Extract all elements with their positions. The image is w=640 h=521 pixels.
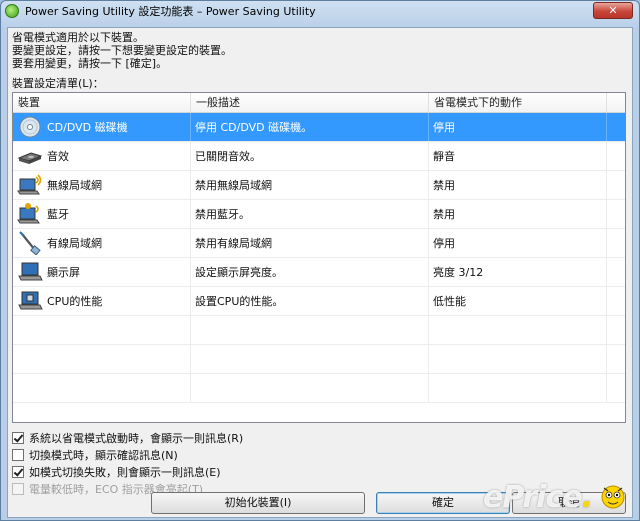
device-cell[interactable]: 音效 (13, 142, 191, 170)
cpu-laptop-icon (17, 289, 43, 313)
action-cell[interactable]: 禁用 (429, 200, 607, 228)
device-cell[interactable]: 有線局域網 (13, 229, 191, 257)
description-cell: 禁用有線局域網 (191, 229, 429, 257)
column-header-filler (607, 93, 625, 112)
action-cell[interactable]: 停用 (429, 229, 607, 257)
device-row[interactable]: 顯示屏 設定顯示屏亮度。 亮度 3/12 (13, 258, 625, 287)
device-name: 顯示屏 (47, 266, 80, 279)
description-cell: 設定顯示屏亮度。 (191, 258, 429, 286)
device-row[interactable]: 藍牙 禁用藍牙。 禁用 (13, 200, 625, 229)
display-laptop-icon (17, 260, 43, 284)
description-cell: 禁用藍牙。 (191, 200, 429, 228)
filler-cell (607, 229, 625, 257)
filler-cell (607, 258, 625, 286)
app-icon (5, 4, 19, 18)
empty-cell (13, 374, 191, 402)
network-cable-icon (17, 231, 43, 255)
empty-cell (13, 345, 191, 373)
wireless-laptop-icon (17, 173, 43, 197)
checkbox[interactable] (12, 465, 24, 478)
device-list-label: 裝置設定清單(L)： (12, 77, 104, 90)
option-label: 如模式切換失敗，則會顯示一則訊息(E) (29, 465, 221, 479)
empty-cell (191, 345, 429, 373)
action-cell[interactable]: 低性能 (429, 287, 607, 315)
checkbox[interactable] (12, 431, 24, 444)
description-cell: 停用 CD/DVD 磁碟機。 (191, 113, 429, 141)
device-name: 無線局域網 (47, 179, 102, 192)
device-row[interactable]: 有線局域網 禁用有線局域網 停用 (13, 229, 625, 258)
device-cell[interactable]: 無線局域網 (13, 171, 191, 199)
window-title: Power Saving Utility 設定功能表 – Power Savin… (25, 5, 316, 18)
device-row[interactable]: CPU的性能 設置CPU的性能。 低性能 (13, 287, 625, 316)
action-cell[interactable]: 停用 (429, 113, 607, 141)
instruction-line: 要變更設定，請按一下想要變更設定的裝置。 (12, 44, 232, 57)
empty-row (13, 345, 625, 374)
device-name: CPU的性能 (47, 295, 103, 308)
app-window: Power Saving Utility 設定功能表 – Power Savin… (0, 0, 640, 521)
filler-cell (607, 200, 625, 228)
column-header-device[interactable]: 裝置 (13, 93, 191, 112)
speaker-icon (17, 144, 43, 168)
empty-row (13, 374, 625, 403)
device-row[interactable]: 音效 已關閉音效。 靜音 (13, 142, 625, 171)
action-cell[interactable]: 亮度 3/12 (429, 258, 607, 286)
empty-cell (13, 316, 191, 344)
mascot-icon (601, 485, 625, 509)
option-label: 切換模式時，顯示確認訊息(N) (29, 448, 178, 462)
eprice-watermark: ePrice. (482, 480, 593, 515)
dialog-body: 省電模式適用於以下裝置。 要變更設定，請按一下想要變更設定的裝置。 要套用變更，… (7, 27, 633, 518)
description-cell: 禁用無線局域網 (191, 171, 429, 199)
action-cell[interactable]: 禁用 (429, 171, 607, 199)
empty-cell (429, 374, 607, 402)
description-cell: 已關閉音效。 (191, 142, 429, 170)
close-button[interactable]: ✕ (593, 2, 633, 19)
optical-disc-icon (17, 115, 43, 139)
bluetooth-laptop-icon (17, 202, 43, 226)
option-label: 系統以省電模式啟動時，會顯示一則訊息(R) (29, 431, 244, 445)
device-cell[interactable]: CD/DVD 磁碟機 (13, 113, 191, 141)
column-header-description[interactable]: 一般描述 (191, 93, 429, 112)
empty-cell (607, 316, 625, 344)
device-cell[interactable]: 藍牙 (13, 200, 191, 228)
filler-cell (607, 113, 625, 141)
empty-cell (429, 316, 607, 344)
option-confirm-switch[interactable]: 切換模式時，顯示確認訊息(N) (12, 446, 243, 463)
option-startup-message[interactable]: 系統以省電模式啟動時，會顯示一則訊息(R) (12, 429, 243, 446)
empty-cell (429, 345, 607, 373)
empty-cell (191, 316, 429, 344)
device-name: CD/DVD 磁碟機 (47, 121, 128, 134)
description-cell: 設置CPU的性能。 (191, 287, 429, 315)
device-name: 音效 (47, 150, 69, 163)
option-failure-message[interactable]: 如模式切換失敗，則會顯示一則訊息(E) (12, 463, 243, 480)
empty-cell (607, 345, 625, 373)
empty-cell (191, 374, 429, 402)
options-area: 系統以省電模式啟動時，會顯示一則訊息(R) 切換模式時，顯示確認訊息(N) 如模… (12, 429, 243, 497)
column-header-action[interactable]: 省電模式下的動作 (429, 93, 607, 112)
device-row[interactable]: CD/DVD 磁碟機 停用 CD/DVD 磁碟機。 停用 (13, 113, 625, 142)
device-name: 有線局域網 (47, 237, 102, 250)
filler-cell (607, 287, 625, 315)
device-row[interactable]: 無線局域網 禁用無線局域網 禁用 (13, 171, 625, 200)
checkbox (12, 482, 24, 495)
instruction-line: 省電模式適用於以下裝置。 (12, 31, 144, 44)
device-list[interactable]: 裝置 一般描述 省電模式下的動作 CD/DVD 磁碟機 停用 CD/DVD 磁碟機… (12, 92, 626, 423)
reset-devices-button[interactable]: 初始化裝置(I) (151, 492, 365, 514)
device-list-header: 裝置 一般描述 省電模式下的動作 (13, 93, 625, 113)
title-bar[interactable]: Power Saving Utility 設定功能表 – Power Savin… (1, 1, 639, 21)
filler-cell (607, 142, 625, 170)
empty-row (13, 316, 625, 345)
device-cell[interactable]: CPU的性能 (13, 287, 191, 315)
device-name: 藍牙 (47, 208, 69, 221)
instruction-line: 要套用變更，請按一下 [確定]。 (12, 57, 168, 70)
instructions: 省電模式適用於以下裝置。 要變更設定，請按一下想要變更設定的裝置。 要套用變更，… (12, 31, 232, 70)
empty-cell (607, 374, 625, 402)
filler-cell (607, 171, 625, 199)
checkbox[interactable] (12, 448, 24, 461)
device-cell[interactable]: 顯示屏 (13, 258, 191, 286)
action-cell[interactable]: 靜音 (429, 142, 607, 170)
